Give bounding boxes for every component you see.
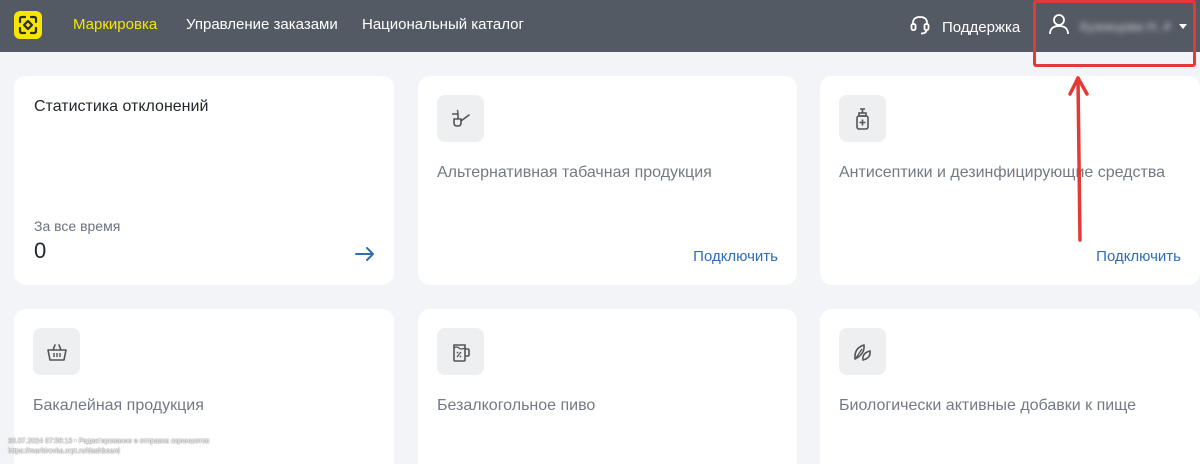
- nav-national-catalog[interactable]: Национальный каталог: [362, 16, 524, 33]
- product-card-title: Биологически активные добавки к пище: [839, 397, 1137, 414]
- nav-markirovka[interactable]: Маркировка: [73, 16, 157, 33]
- connect-link[interactable]: Подключить: [1096, 248, 1181, 265]
- stats-card: Статистика отклонений За все время 0: [14, 76, 394, 285]
- grocery-basket-icon: [33, 328, 80, 375]
- headset-icon: [910, 14, 930, 41]
- logo-icon[interactable]: [14, 11, 42, 39]
- support-link[interactable]: Поддержка: [910, 14, 1020, 41]
- product-card: Биологически активные добавки к пище: [820, 309, 1200, 464]
- product-card: Альтернативная табачная продукция Подклю…: [418, 76, 797, 285]
- product-card-title: Бакалейная продукция: [33, 397, 204, 414]
- nav-order-management[interactable]: Управление заказами: [186, 16, 338, 33]
- annotation-arrow: [1068, 76, 1089, 242]
- watermark-line: https://markirovka.crpt.ru/dashboard: [8, 448, 121, 455]
- screenshot-watermark: 30.07.2024 07:58:13 • Редактирование и о…: [8, 437, 209, 457]
- product-card: Антисептики и дезинфицирующие средства П…: [820, 76, 1200, 285]
- beer-mug-icon: [437, 328, 484, 375]
- watermark-line: 30.07.2024 07:58:13 • Редактирование и о…: [8, 438, 210, 445]
- product-card: Безалкогольное пиво: [418, 309, 797, 464]
- pipe-icon: [437, 95, 484, 142]
- product-card-title: Безалкогольное пиво: [437, 397, 596, 414]
- arrow-right-icon[interactable]: [354, 246, 376, 267]
- product-card-title: Альтернативная табачная продукция: [437, 164, 712, 181]
- sanitizer-bottle-icon: [839, 95, 886, 142]
- stats-value: 0: [34, 238, 47, 263]
- top-navigation-bar: Маркировка Управление заказами Националь…: [0, 0, 1200, 52]
- highlight-box: [1033, 0, 1196, 67]
- stats-title: Статистика отклонений: [34, 98, 209, 115]
- connect-link[interactable]: Подключить: [693, 248, 778, 265]
- stats-period-label: За все время: [34, 218, 121, 234]
- product-card-title: Антисептики и дезинфицирующие средства: [839, 164, 1166, 181]
- leaves-icon: [839, 328, 886, 375]
- support-label: Поддержка: [942, 19, 1021, 36]
